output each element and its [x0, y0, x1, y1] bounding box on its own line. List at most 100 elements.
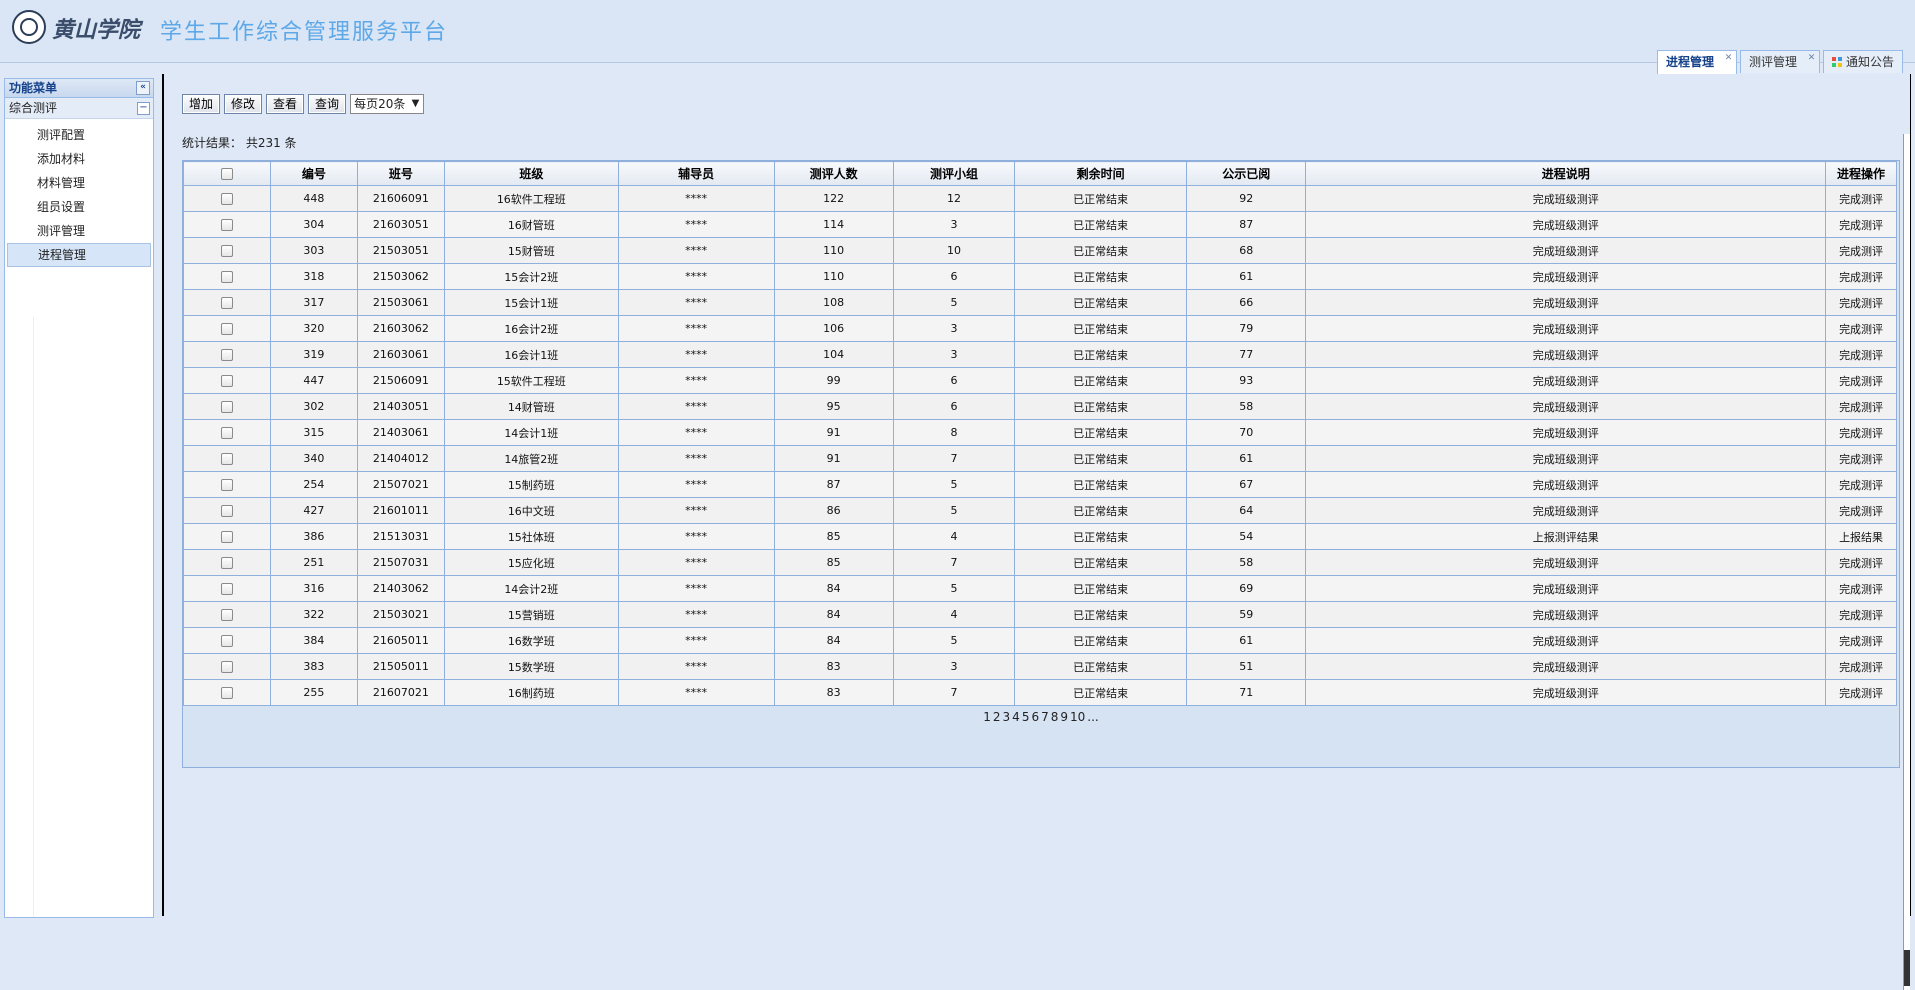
- row-checkbox[interactable]: [220, 375, 233, 387]
- sidebar-item-evaluation-config[interactable]: 测评配置: [7, 123, 151, 147]
- table-cell[interactable]: 完成测评: [1825, 627, 1897, 654]
- table-row[interactable]: 304 21603051 16财管班 **** 114 3 已正常结束 87 完成班级测评 完成测…: [183, 211, 1897, 238]
- scrollbar-thumb[interactable]: [1904, 950, 1910, 986]
- column-header[interactable]: 公示已阅: [1186, 161, 1307, 186]
- table-cell[interactable]: 完成测评: [1825, 211, 1897, 238]
- column-header[interactable]: 班级: [443, 161, 619, 186]
- sidebar-item-add-material[interactable]: 添加材料: [7, 147, 151, 171]
- row-checkbox[interactable]: [220, 193, 233, 205]
- row-checkbox[interactable]: [220, 687, 233, 699]
- table-row[interactable]: 322 21503021 15营销班 **** 84 4 已正常结束 59 完成班级测评 完成测评: [183, 601, 1897, 628]
- view-button[interactable]: 查看: [266, 94, 305, 114]
- query-button[interactable]: 查询: [308, 94, 347, 114]
- table-cell[interactable]: 完成测评: [1825, 471, 1897, 498]
- row-checkbox[interactable]: [220, 427, 233, 439]
- page-link[interactable]: 2: [993, 710, 1001, 724]
- add-button[interactable]: 增加: [182, 94, 221, 114]
- table-cell[interactable]: 完成测评: [1825, 653, 1897, 680]
- column-header[interactable]: 班号: [356, 161, 445, 186]
- column-header[interactable]: 进程操作: [1825, 161, 1897, 186]
- table-cell[interactable]: 完成测评: [1825, 237, 1897, 264]
- close-icon[interactable]: ✕: [1724, 54, 1733, 63]
- row-checkbox[interactable]: [220, 401, 233, 413]
- table-cell[interactable]: 完成测评: [1825, 315, 1897, 342]
- page-link[interactable]: 8: [1051, 710, 1059, 724]
- table-cell[interactable]: 完成测评: [1825, 601, 1897, 628]
- page-link[interactable]: 6: [1031, 710, 1039, 724]
- table-row[interactable]: 386 21513031 15社体班 **** 85 4 已正常结束 54 上报测评结果 上报结果: [183, 523, 1897, 550]
- row-checkbox[interactable]: [220, 661, 233, 673]
- row-checkbox[interactable]: [220, 271, 233, 283]
- table-row[interactable]: 447 21506091 15软件工程班 **** 99 6 已正常结束 93 完成班级测评 完成…: [183, 367, 1897, 394]
- table-cell[interactable]: 完成测评: [1825, 419, 1897, 446]
- table-cell[interactable]: 完成测评: [1825, 341, 1897, 368]
- table-row[interactable]: 427 21601011 16中文班 **** 86 5 已正常结束 64 完成班级测评 完成测评: [183, 497, 1897, 524]
- column-header[interactable]: 辅导员: [617, 161, 775, 186]
- column-header[interactable]: 进程说明: [1305, 161, 1827, 186]
- row-checkbox[interactable]: [220, 505, 233, 517]
- row-checkbox[interactable]: [220, 609, 233, 621]
- column-header[interactable]: 编号: [269, 161, 358, 186]
- table-row[interactable]: 315 21403061 14会计1班 **** 91 8 已正常结束 70 完成班级测评 完成测…: [183, 419, 1897, 446]
- table-cell[interactable]: 完成测评: [1825, 393, 1897, 420]
- vertical-scrollbar[interactable]: [1903, 134, 1910, 990]
- row-checkbox[interactable]: [220, 245, 233, 257]
- column-header[interactable]: 测评人数: [773, 161, 894, 186]
- row-checkbox[interactable]: [220, 323, 233, 335]
- tab-notice[interactable]: 通知公告: [1822, 50, 1903, 73]
- table-row[interactable]: 303 21503051 15财管班 **** 110 10 已正常结束 68 完成班级测评 完成…: [183, 237, 1897, 264]
- table-cell[interactable]: 完成测评: [1825, 367, 1897, 394]
- table-cell[interactable]: 完成测评: [1825, 289, 1897, 316]
- row-checkbox[interactable]: [220, 479, 233, 491]
- table-row[interactable]: 383 21505011 15数学班 **** 83 3 已正常结束 51 完成班级测评 完成测评: [183, 653, 1897, 680]
- select-all-checkbox[interactable]: [220, 168, 233, 180]
- table-row[interactable]: 384 21605011 16数学班 **** 84 5 已正常结束 61 完成班级测评 完成测评: [183, 627, 1897, 654]
- page-link[interactable]: 10: [1070, 710, 1085, 724]
- table-row[interactable]: 318 21503062 15会计2班 **** 110 6 已正常结束 61 完成班级测评 完成…: [183, 263, 1897, 290]
- page-link[interactable]: 5: [1022, 710, 1030, 724]
- page-link[interactable]: ...: [1087, 710, 1098, 724]
- row-checkbox[interactable]: [220, 583, 233, 595]
- table-row[interactable]: 317 21503061 15会计1班 **** 108 5 已正常结束 66 完成班级测评 完成…: [183, 289, 1897, 316]
- sidebar-item-evaluation-management[interactable]: 测评管理: [7, 219, 151, 243]
- row-checkbox[interactable]: [220, 635, 233, 647]
- sidebar-item-process-management[interactable]: 进程管理: [7, 243, 151, 267]
- table-cell[interactable]: 完成测评: [1825, 549, 1897, 576]
- table-cell[interactable]: 完成测评: [1825, 445, 1897, 472]
- minus-icon[interactable]: −: [137, 102, 150, 115]
- table-row[interactable]: 340 21404012 14旅管2班 **** 91 7 已正常结束 61 完成班级测评 完成测…: [183, 445, 1897, 472]
- table-row[interactable]: 251 21507031 15应化班 **** 85 7 已正常结束 58 完成班级测评 完成测评: [183, 549, 1897, 576]
- row-checkbox[interactable]: [220, 531, 233, 543]
- row-checkbox[interactable]: [220, 219, 233, 231]
- page-link[interactable]: 3: [1003, 710, 1011, 724]
- sidebar-item-member-settings[interactable]: 组员设置: [7, 195, 151, 219]
- collapse-icon[interactable]: «: [136, 81, 150, 95]
- table-cell[interactable]: 上报结果: [1825, 523, 1897, 550]
- table-row[interactable]: 254 21507021 15制药班 **** 87 5 已正常结束 67 完成班级测评 完成测评: [183, 471, 1897, 498]
- page-link[interactable]: 9: [1060, 710, 1068, 724]
- row-checkbox[interactable]: [220, 557, 233, 569]
- sidebar-item-material-management[interactable]: 材料管理: [7, 171, 151, 195]
- table-row[interactable]: 316 21403062 14会计2班 **** 84 5 已正常结束 69 完成班级测评 完成测…: [183, 575, 1897, 602]
- table-row[interactable]: 448 21606091 16软件工程班 **** 122 12 已正常结束 92 完成班级测评…: [183, 185, 1897, 212]
- tab-process-management[interactable]: 进程管理 ✕: [1656, 50, 1737, 74]
- page-link[interactable]: 7: [1041, 710, 1049, 724]
- row-checkbox[interactable]: [220, 453, 233, 465]
- page-link[interactable]: 1: [983, 710, 991, 724]
- row-checkbox[interactable]: [220, 297, 233, 309]
- table-cell[interactable]: 完成测评: [1825, 679, 1897, 706]
- table-row[interactable]: 255 21607021 16制药班 **** 83 7 已正常结束 71 完成班级测评 完成测评: [183, 679, 1897, 706]
- page-size-select[interactable]: 每页20条 ▼: [350, 94, 425, 114]
- page-link[interactable]: 4: [1012, 710, 1020, 724]
- table-cell[interactable]: 完成测评: [1825, 575, 1897, 602]
- table-cell[interactable]: 完成测评: [1825, 263, 1897, 290]
- close-icon[interactable]: ✕: [1807, 54, 1816, 63]
- edit-button[interactable]: 修改: [224, 94, 263, 114]
- table-cell[interactable]: 完成测评: [1825, 497, 1897, 524]
- table-cell[interactable]: 完成测评: [1825, 185, 1897, 212]
- tab-evaluation-management[interactable]: 测评管理 ✕: [1739, 50, 1820, 73]
- table-row[interactable]: 320 21603062 16会计2班 **** 106 3 已正常结束 79 完成班级测评 完成…: [183, 315, 1897, 342]
- table-row[interactable]: 319 21603061 16会计1班 **** 104 3 已正常结束 77 完成班级测评 完成…: [183, 341, 1897, 368]
- column-header[interactable]: 剩余时间: [1014, 161, 1188, 186]
- row-checkbox[interactable]: [220, 349, 233, 361]
